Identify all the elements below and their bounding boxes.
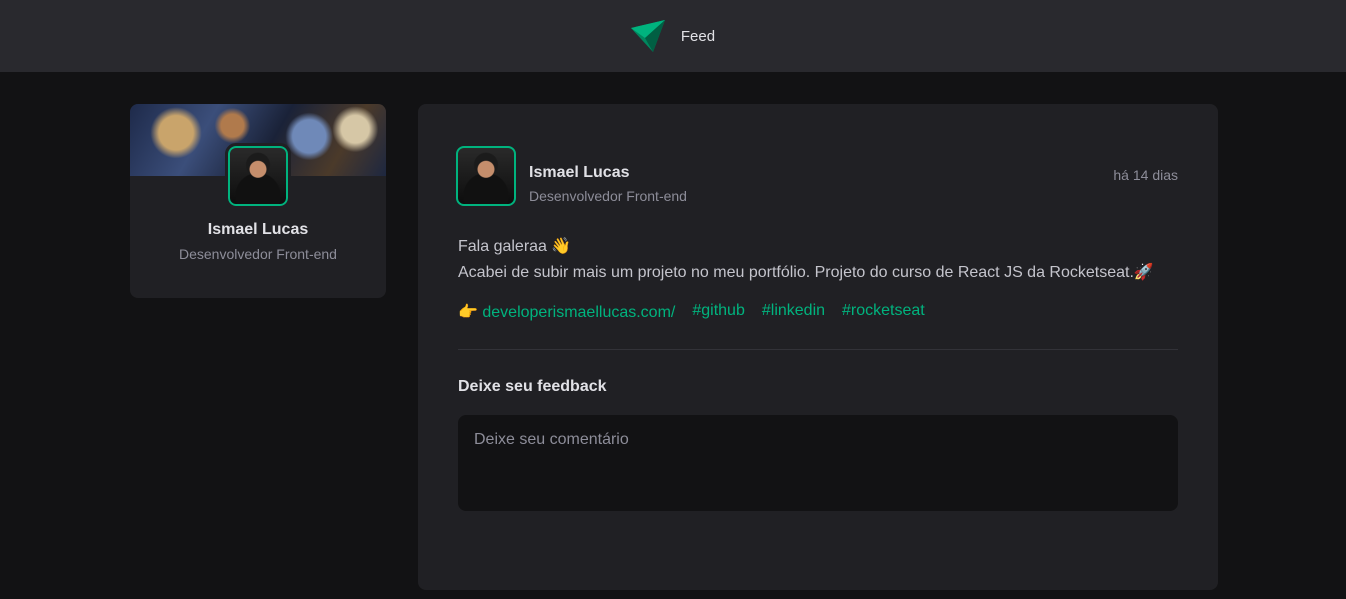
ignite-logo-icon xyxy=(630,20,665,52)
post-paragraph: Acabei de subir mais um projeto no meu p… xyxy=(458,264,1154,281)
hashtag-rocketseat[interactable]: #rocketseat xyxy=(842,302,925,322)
avatar[interactable] xyxy=(225,143,291,209)
post-content: Fala galeraa 👋 Acabei de subir mais um p… xyxy=(458,234,1178,286)
post-card: Ismael Lucas Desenvolvedor Front-end há … xyxy=(418,104,1218,590)
page-wrapper: Ismael Lucas Desenvolvedor Front-end Ism… xyxy=(0,72,1346,599)
hashtag-linkedin[interactable]: #linkedin xyxy=(762,302,825,322)
profile-sidebar: Ismael Lucas Desenvolvedor Front-end xyxy=(130,104,386,298)
post-author-role: Desenvolvedor Front-end xyxy=(529,188,687,204)
divider xyxy=(458,349,1178,350)
post-time: há 14 dias xyxy=(1113,167,1178,183)
post-paragraph: Fala galeraa 👋 xyxy=(458,238,572,255)
hashtag-github[interactable]: #github xyxy=(692,302,745,322)
post-links: 👉 developerismaellucas.com/ #github #lin… xyxy=(458,302,925,322)
top-header: Feed xyxy=(0,0,1346,72)
pointing-hand-icon: 👉 xyxy=(458,304,478,321)
post-author-name: Ismael Lucas xyxy=(529,164,630,181)
profile-name: Ismael Lucas xyxy=(207,221,309,238)
feedback-title: Deixe seu feedback xyxy=(458,378,607,395)
post-author-avatar[interactable] xyxy=(456,146,516,206)
header-title: Feed xyxy=(680,27,716,45)
portfolio-link[interactable]: developerismaellucas.com/ xyxy=(482,304,675,321)
comment-input[interactable] xyxy=(458,415,1178,511)
profile-role: Desenvolvedor Front-end xyxy=(179,246,337,262)
